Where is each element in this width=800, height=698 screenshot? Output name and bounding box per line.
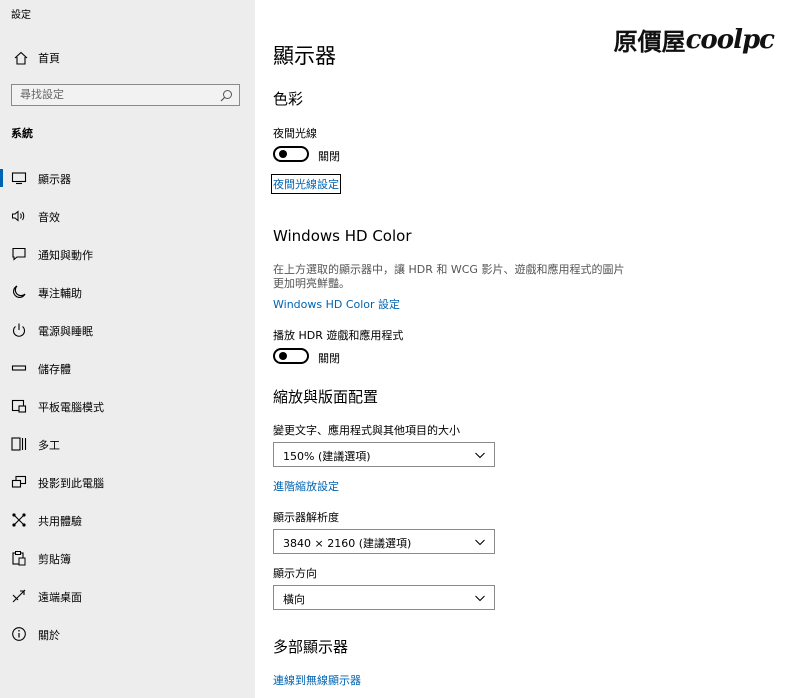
speaker-icon — [11, 208, 27, 224]
hd-color-description: 在上方選取的顯示器中，讓 HDR 和 WCG 影片、遊戲和應用程式的圖片更加明亮… — [273, 263, 625, 290]
scale-label: 變更文字、應用程式與其他項目的大小 — [273, 424, 460, 437]
sidebar-item-label: 共用體驗 — [38, 515, 82, 528]
sidebar-item-tablet-mode[interactable]: 平板電腦模式 — [0, 391, 255, 421]
sidebar-item-label: 專注輔助 — [38, 287, 82, 300]
hdr-label: 播放 HDR 遊戲和應用程式 — [273, 329, 404, 342]
share-icon — [11, 512, 27, 528]
search-input[interactable] — [20, 88, 210, 101]
logo-brand-latin: coolpc — [685, 24, 775, 55]
night-light-state: 關閉 — [318, 150, 340, 163]
hd-color-heading: Windows HD Color — [273, 227, 412, 245]
logo-brand-cjk: 原價屋 — [613, 27, 686, 56]
sidebar-item-shared-experiences[interactable]: 共用體驗 — [0, 505, 255, 535]
sidebar-item-label: 電源與睡眠 — [38, 325, 93, 338]
storage-icon — [11, 360, 27, 376]
sidebar-item-label: 多工 — [38, 439, 60, 452]
resolution-dropdown[interactable]: 3840 × 2160 (建議選項) — [273, 529, 495, 554]
chevron-down-icon — [474, 536, 486, 548]
notification-icon — [11, 246, 27, 262]
sidebar-item-label: 音效 — [38, 211, 60, 224]
sidebar-item-display[interactable]: 顯示器 — [0, 163, 255, 193]
sidebar: 設定 首頁 系統 顯示器 音效 通知與動作 專注輔助 — [0, 0, 255, 698]
sidebar-item-focus-assist[interactable]: 專注輔助 — [0, 277, 255, 307]
sidebar-item-project-to-pc[interactable]: 投影到此電腦 — [0, 467, 255, 497]
toggle-knob — [279, 150, 287, 158]
tablet-icon — [11, 398, 27, 414]
sidebar-item-power[interactable]: 電源與睡眠 — [0, 315, 255, 345]
remote-desktop-icon — [11, 588, 27, 604]
multitask-icon — [11, 436, 27, 452]
orientation-label: 顯示方向 — [273, 567, 317, 580]
sidebar-item-label: 通知與動作 — [38, 249, 93, 262]
main-content: 原價屋 coolpc 顯示器 色彩 夜間光線 關閉 夜間光線設定 Windows… — [255, 0, 800, 698]
power-icon — [11, 322, 27, 338]
orientation-dropdown[interactable]: 橫向 — [273, 585, 495, 610]
scale-dropdown[interactable]: 150% (建議選項) — [273, 442, 495, 467]
hdr-toggle[interactable] — [273, 348, 309, 364]
page-title: 顯示器 — [273, 44, 336, 68]
sidebar-item-label: 遠端桌面 — [38, 591, 82, 604]
sidebar-item-label: 儲存體 — [38, 363, 71, 376]
home-nav-item[interactable]: 首頁 — [0, 45, 255, 71]
night-light-settings-link[interactable]: 夜間光線設定 — [271, 174, 341, 194]
home-label: 首頁 — [38, 52, 60, 65]
section-title: 系統 — [11, 127, 33, 140]
sidebar-item-notifications[interactable]: 通知與動作 — [0, 239, 255, 269]
hd-color-settings-link[interactable]: Windows HD Color 設定 — [273, 296, 400, 312]
search-icon[interactable] — [220, 89, 233, 102]
sidebar-item-about[interactable]: 關於 — [0, 619, 255, 649]
resolution-value: 3840 × 2160 (建議選項) — [283, 537, 412, 550]
sidebar-item-storage[interactable]: 儲存體 — [0, 353, 255, 383]
sidebar-item-label: 顯示器 — [38, 173, 71, 186]
sidebar-item-sound[interactable]: 音效 — [0, 201, 255, 231]
toggle-knob — [279, 352, 287, 360]
coolpc-watermark-logo: 原價屋 coolpc — [613, 22, 775, 57]
chevron-down-icon — [474, 449, 486, 461]
search-box[interactable] — [11, 84, 240, 106]
resolution-label: 顯示器解析度 — [273, 511, 339, 524]
chevron-down-icon — [474, 592, 486, 604]
project-icon — [11, 474, 27, 490]
night-light-label: 夜間光線 — [273, 127, 317, 140]
hdr-state: 關閉 — [318, 352, 340, 365]
night-light-toggle[interactable] — [273, 146, 309, 162]
connect-wireless-display-link[interactable]: 連線到無線顯示器 — [273, 672, 361, 688]
info-icon — [11, 626, 27, 642]
orientation-value: 橫向 — [283, 593, 305, 606]
app-title: 設定 — [11, 10, 31, 21]
sidebar-item-label: 關於 — [38, 629, 60, 642]
clipboard-icon — [11, 550, 27, 566]
multi-display-heading: 多部顯示器 — [273, 638, 349, 656]
sidebar-item-label: 剪貼簿 — [38, 553, 71, 566]
sidebar-item-clipboard[interactable]: 剪貼簿 — [0, 543, 255, 573]
scale-value: 150% (建議選項) — [283, 450, 371, 463]
home-icon — [13, 50, 29, 66]
advanced-scaling-link[interactable]: 進階縮放設定 — [273, 478, 339, 494]
scale-layout-heading: 縮放與版面配置 — [273, 388, 379, 406]
sidebar-item-label: 投影到此電腦 — [38, 477, 104, 490]
color-heading: 色彩 — [273, 90, 304, 108]
moon-icon — [11, 284, 27, 300]
monitor-icon — [11, 170, 27, 186]
sidebar-item-remote-desktop[interactable]: 遠端桌面 — [0, 581, 255, 611]
sidebar-item-label: 平板電腦模式 — [38, 401, 104, 414]
sidebar-item-multitasking[interactable]: 多工 — [0, 429, 255, 459]
